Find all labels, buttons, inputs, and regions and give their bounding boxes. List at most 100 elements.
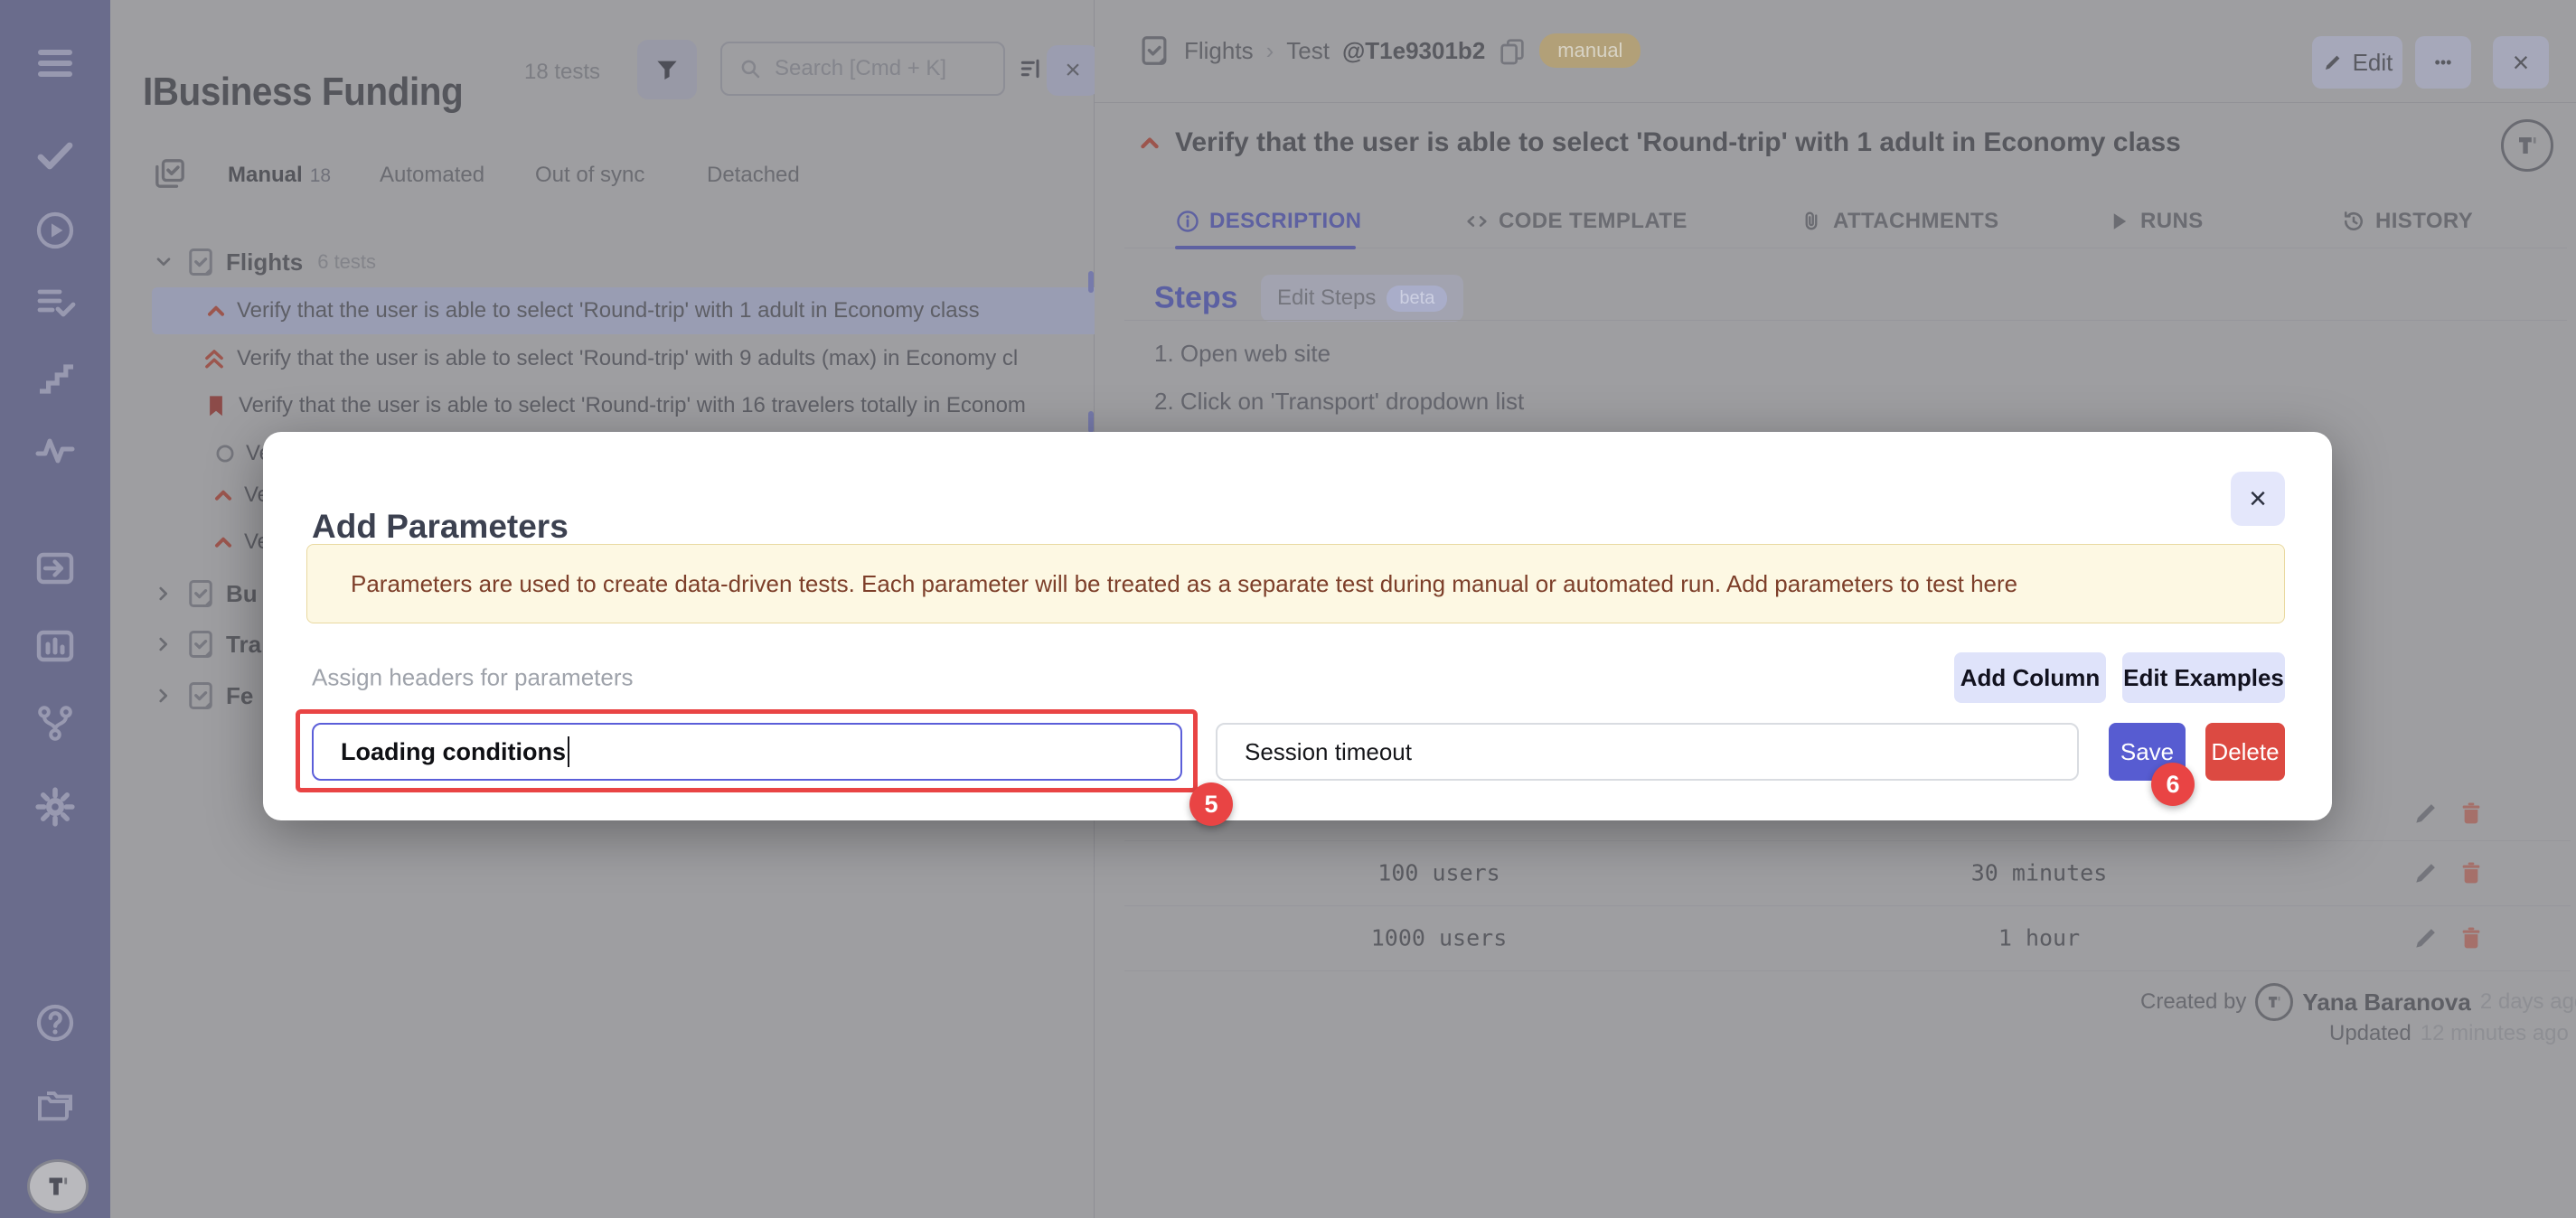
folder-name: Fe bbox=[226, 682, 253, 710]
updated-label: Updated bbox=[2329, 1021, 2411, 1046]
funnel-icon bbox=[653, 56, 681, 83]
menu-icon[interactable] bbox=[33, 42, 77, 85]
testomat-logo[interactable] bbox=[27, 1159, 89, 1213]
steps-stairs-icon[interactable] bbox=[33, 356, 77, 399]
breadcrumb: Flights › Test @T1e9301b2 manual bbox=[1137, 33, 1641, 68]
table-cell: 1 hour bbox=[1998, 925, 2080, 951]
modal-close-button[interactable]: × bbox=[2231, 472, 2285, 526]
active-tab-underline bbox=[1175, 246, 1356, 249]
tab-label: RUNS bbox=[2140, 209, 2204, 234]
more-button[interactable]: ••• bbox=[2415, 36, 2471, 89]
panel-splitter-handle[interactable] bbox=[1088, 271, 1094, 293]
chevron-right-icon[interactable] bbox=[152, 684, 175, 707]
close-icon: × bbox=[1065, 55, 1081, 86]
tab-automated[interactable]: Automated bbox=[380, 163, 484, 188]
search-box bbox=[720, 42, 1005, 96]
settings-gear-icon[interactable] bbox=[33, 785, 77, 829]
import-icon[interactable] bbox=[33, 547, 77, 590]
tests-check-icon[interactable] bbox=[33, 134, 77, 177]
edit-steps-button[interactable]: Edit Steps beta bbox=[1261, 275, 1463, 322]
tab-label: Manual bbox=[228, 163, 303, 187]
help-icon[interactable] bbox=[33, 1001, 77, 1045]
test-row[interactable]: Verify that the user is able to select '… bbox=[152, 335, 1202, 382]
tab-detached[interactable]: Detached bbox=[707, 163, 800, 188]
search-icon bbox=[738, 57, 762, 80]
app-root: IBusiness Funding 18 tests × Manual18 Au… bbox=[0, 0, 2576, 1218]
delete-row-icon[interactable] bbox=[2457, 858, 2486, 887]
detail-header: Flights › Test @T1e9301b2 manual Edit ••… bbox=[1095, 0, 2576, 103]
close-button[interactable]: × bbox=[2493, 36, 2549, 89]
copy-icon[interactable] bbox=[1498, 36, 1527, 65]
table-cell: 30 minutes bbox=[1971, 860, 2108, 886]
test-row-selected[interactable]: Verify that the user is able to select '… bbox=[152, 287, 1202, 334]
priority-high-icon bbox=[212, 483, 235, 507]
test-title: Verify that the user is able to select '… bbox=[239, 393, 1026, 418]
table-bottom-divider bbox=[1124, 970, 2571, 971]
delete-button[interactable]: Delete bbox=[2205, 723, 2285, 781]
clear-filter-button[interactable]: × bbox=[1047, 45, 1099, 96]
edit-button[interactable]: Edit bbox=[2312, 36, 2402, 89]
breadcrumb-folder[interactable]: Flights bbox=[1184, 37, 1254, 65]
delete-row-icon[interactable] bbox=[2457, 799, 2486, 828]
projects-folders-icon[interactable] bbox=[33, 1083, 77, 1127]
paperclip-icon bbox=[1799, 209, 1824, 234]
copy-check-icon[interactable] bbox=[152, 155, 188, 192]
parameter-name-input-2[interactable]: Session timeout bbox=[1216, 723, 2079, 781]
tab-label: CODE TEMPLATE bbox=[1499, 209, 1688, 234]
t-logo-icon bbox=[2263, 991, 2285, 1013]
delete-row-icon[interactable] bbox=[2457, 923, 2486, 952]
folder-count: 6 tests bbox=[317, 250, 376, 274]
branch-icon[interactable] bbox=[33, 701, 77, 745]
annotation-badge-5: 5 bbox=[1189, 782, 1233, 826]
sidebar bbox=[0, 0, 111, 1218]
pulse-icon[interactable] bbox=[33, 427, 77, 471]
edit-row-icon[interactable] bbox=[2411, 923, 2440, 952]
play-icon bbox=[2106, 209, 2131, 234]
chevron-down-icon[interactable] bbox=[152, 250, 175, 274]
add-column-button[interactable]: Add Column bbox=[1954, 652, 2106, 703]
table-row-divider bbox=[1124, 905, 2571, 906]
tree-folder-flights[interactable]: Flights 6 tests bbox=[152, 239, 1202, 286]
close-icon: × bbox=[2513, 46, 2530, 80]
tab-count: 18 bbox=[310, 165, 331, 186]
panel-splitter-handle[interactable] bbox=[1088, 411, 1094, 433]
table-cell: 1000 users bbox=[1371, 925, 1508, 951]
updated-line: Updated 12 minutes ago bbox=[2329, 1021, 2569, 1046]
step-item: 1. Open web site bbox=[1154, 340, 1330, 368]
author-name[interactable]: Yana Baranova bbox=[2302, 988, 2470, 1017]
suite-doc-icon bbox=[184, 246, 217, 278]
tab-label: DESCRIPTION bbox=[1209, 209, 1361, 234]
tab-attachments[interactable]: ATTACHMENTS bbox=[1799, 209, 1999, 234]
priority-high-icon bbox=[204, 299, 228, 323]
breadcrumb-separator: › bbox=[1266, 37, 1274, 65]
test-title: Verify that the user is able to select '… bbox=[237, 346, 1018, 371]
step-item: 2. Click on 'Transport' dropdown list bbox=[1154, 388, 1524, 416]
tab-description[interactable]: DESCRIPTION bbox=[1175, 209, 1361, 234]
edit-examples-button[interactable]: Edit Examples bbox=[2122, 652, 2285, 703]
tab-runs[interactable]: RUNS bbox=[2106, 209, 2204, 234]
test-title-row: Verify that the user is able to select '… bbox=[1137, 127, 2493, 158]
tab-code-template[interactable]: CODE TEMPLATE bbox=[1464, 209, 1688, 234]
code-icon bbox=[1464, 209, 1490, 234]
edit-row-icon[interactable] bbox=[2411, 799, 2440, 828]
edit-row-icon[interactable] bbox=[2411, 858, 2440, 887]
test-plan-icon[interactable] bbox=[33, 281, 77, 324]
search-input[interactable] bbox=[773, 55, 984, 82]
tab-out-of-sync[interactable]: Out of sync bbox=[535, 163, 644, 188]
page-title: Verify that the user is able to select '… bbox=[1175, 127, 2181, 158]
filter-button[interactable] bbox=[637, 40, 697, 99]
priority-critical-bookmark-icon bbox=[202, 392, 230, 419]
tab-history[interactable]: HISTORY bbox=[2341, 209, 2473, 234]
run-play-icon[interactable] bbox=[33, 209, 77, 252]
filter-list-icon[interactable] bbox=[1018, 54, 1047, 83]
chevron-right-icon[interactable] bbox=[152, 632, 175, 656]
more-icon: ••• bbox=[2435, 53, 2452, 72]
folder-name: Bu bbox=[226, 580, 258, 608]
steps-heading: Steps bbox=[1154, 281, 1238, 316]
author-avatar bbox=[2255, 983, 2293, 1021]
test-row[interactable]: Verify that the user is able to select '… bbox=[152, 382, 1202, 429]
analytics-icon[interactable] bbox=[33, 624, 77, 668]
tab-manual[interactable]: Manual 18 bbox=[228, 163, 331, 188]
chevron-right-icon[interactable] bbox=[152, 582, 175, 605]
annotation-badge-6: 6 bbox=[2151, 763, 2195, 806]
